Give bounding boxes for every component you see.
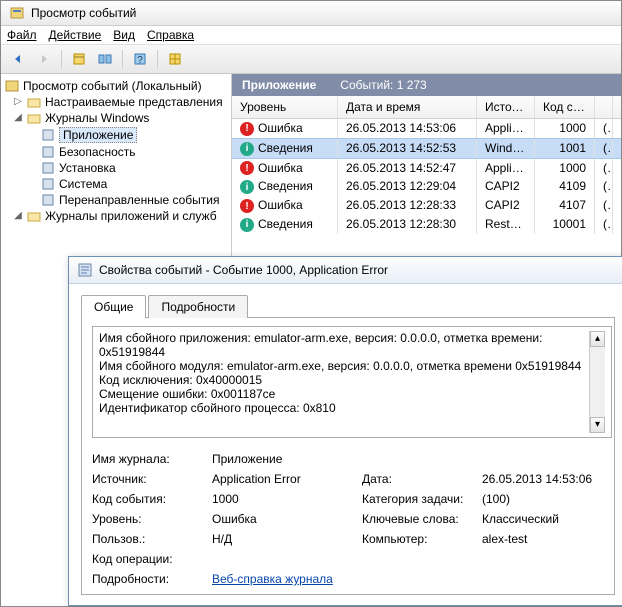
table-row[interactable]: iСведения26.05.2013 14:52:53Windo...1001… <box>232 138 621 159</box>
tab-general[interactable]: Общие <box>81 295 146 318</box>
table-row[interactable]: iСведения26.05.2013 12:29:04CAPI24109( <box>232 177 621 196</box>
eventid-label: Код события: <box>92 492 212 506</box>
tree-app-services[interactable]: ◢ Журналы приложений и служб <box>3 208 229 224</box>
table-row[interactable]: !Ошибка26.05.2013 12:28:33CAPI24107( <box>232 196 621 215</box>
web-help-link[interactable]: Веб-справка журнала <box>212 572 333 586</box>
menubar: Файл Действие Вид Справка <box>1 26 621 44</box>
col-datetime[interactable]: Дата и время <box>338 96 477 118</box>
opcode-label: Код операции: <box>92 552 212 566</box>
col-code[interactable]: Код со... <box>535 96 595 118</box>
taskcat-label: Категория задачи: <box>362 492 482 506</box>
info-icon: i <box>240 142 254 156</box>
header-title: Приложение <box>242 78 316 92</box>
eventid-value: 1000 <box>212 492 362 506</box>
eventviewer-icon <box>5 79 19 93</box>
grid-header: Уровень Дата и время Источ... Код со... <box>232 96 621 119</box>
taskcat-value: (100) <box>482 492 612 506</box>
error-icon: ! <box>240 199 254 213</box>
info-icon: i <box>240 180 254 194</box>
events-header: Приложение Событий: 1 273 <box>232 74 621 96</box>
keywords-value: Классический <box>482 512 612 526</box>
source-label: Источник: <box>92 472 212 486</box>
source-value: Application Error <box>212 472 362 486</box>
table-row[interactable]: !Ошибка26.05.2013 14:53:06Applic...1000( <box>232 119 621 138</box>
menu-view[interactable]: Вид <box>113 28 135 42</box>
help-button[interactable]: ? <box>129 48 151 70</box>
tree-forwarded[interactable]: Перенаправленные события <box>3 192 229 208</box>
date-value: 26.05.2013 14:53:06 <box>482 472 612 486</box>
col-extra[interactable] <box>595 96 613 118</box>
dialog-tabs: Общие Подробности <box>81 295 615 318</box>
event-properties-dialog: Свойства событий - Событие 1000, Applica… <box>68 256 622 606</box>
dialog-titlebar[interactable]: Свойства событий - Событие 1000, Applica… <box>69 257 622 284</box>
back-button[interactable] <box>7 48 29 70</box>
tree-application[interactable]: Приложение <box>3 126 229 144</box>
date-label: Дата: <box>362 472 482 486</box>
menu-action[interactable]: Действие <box>49 28 102 42</box>
log-icon <box>41 128 55 142</box>
log-icon <box>41 161 55 175</box>
log-icon <box>41 145 55 159</box>
keywords-label: Ключевые слова: <box>362 512 482 526</box>
error-icon: ! <box>240 161 254 175</box>
grid-button[interactable] <box>164 48 186 70</box>
grid-body: !Ошибка26.05.2013 14:53:06Applic...1000(… <box>232 119 621 234</box>
menu-file[interactable]: Файл <box>7 28 37 42</box>
window-title: Просмотр событий <box>31 6 136 20</box>
log-icon <box>41 177 55 191</box>
table-row[interactable]: iСведения26.05.2013 12:28:30Restart...10… <box>232 215 621 234</box>
toolbar: ? <box>1 44 621 74</box>
tree-setup[interactable]: Установка <box>3 160 229 176</box>
collapse-icon[interactable]: ▷ <box>13 97 23 107</box>
tree-system[interactable]: Система <box>3 176 229 192</box>
tree-root[interactable]: Просмотр событий (Локальный) <box>3 78 229 94</box>
dialog-icon <box>77 262 93 278</box>
logname-value: Приложение <box>212 452 612 466</box>
expand-icon[interactable]: ◢ <box>13 113 23 123</box>
computer-value: alex-test <box>482 532 612 546</box>
app-icon <box>9 5 25 21</box>
dialog-title: Свойства событий - Событие 1000, Applica… <box>99 263 388 277</box>
info-icon: i <box>240 218 254 232</box>
textbox-scrollbar[interactable]: ▴ ▾ <box>589 331 605 433</box>
col-level[interactable]: Уровень <box>232 96 338 118</box>
tree-windows-logs[interactable]: ◢ Журналы Windows <box>3 110 229 126</box>
tab-panel: Имя сбойного приложения: emulator-arm.ex… <box>81 317 615 595</box>
user-value: Н/Д <box>212 532 362 546</box>
expand-icon[interactable]: ◢ <box>13 211 23 221</box>
scope-button[interactable] <box>68 48 90 70</box>
toolbar-separator <box>157 50 158 68</box>
col-source[interactable]: Источ... <box>477 96 535 118</box>
folder-icon <box>27 95 41 109</box>
level-label: Уровень: <box>92 512 212 526</box>
tab-details[interactable]: Подробности <box>148 295 248 318</box>
tree-custom-views[interactable]: ▷ Настраиваемые представления <box>3 94 229 110</box>
properties-grid: Имя журнала: Приложение Источник: Applic… <box>92 452 612 586</box>
header-count: Событий: 1 273 <box>340 78 426 92</box>
log-icon <box>41 193 55 207</box>
error-icon: ! <box>240 122 254 136</box>
scroll-down-icon[interactable]: ▾ <box>590 417 605 433</box>
view-button[interactable] <box>94 48 116 70</box>
forward-button[interactable] <box>33 48 55 70</box>
table-row[interactable]: !Ошибка26.05.2013 14:52:47Applic...1000( <box>232 159 621 178</box>
menu-help[interactable]: Справка <box>147 28 194 42</box>
titlebar: Просмотр событий <box>1 1 621 26</box>
toolbar-separator <box>61 50 62 68</box>
level-value: Ошибка <box>212 512 362 526</box>
computer-label: Компьютер: <box>362 532 482 546</box>
svg-text:?: ? <box>137 55 143 66</box>
tree-security[interactable]: Безопасность <box>3 144 229 160</box>
folder-icon <box>27 209 41 223</box>
description-textbox[interactable]: Имя сбойного приложения: emulator-arm.ex… <box>92 326 612 438</box>
folder-icon <box>27 111 41 125</box>
user-label: Пользов.: <box>92 532 212 546</box>
logname-label: Имя журнала: <box>92 452 212 466</box>
toolbar-separator <box>122 50 123 68</box>
moreinfo-label: Подробности: <box>92 572 212 586</box>
scroll-up-icon[interactable]: ▴ <box>590 331 605 347</box>
